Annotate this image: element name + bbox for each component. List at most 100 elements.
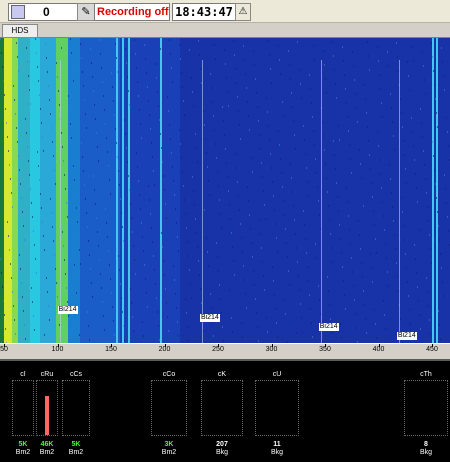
noise-speck [301, 317, 302, 319]
spectrum-column [352, 38, 354, 343]
noise-speck [315, 158, 316, 160]
peak-label: Bi214 [57, 306, 78, 314]
noise-speck [188, 340, 189, 342]
bin-label: cI [20, 371, 26, 378]
noise-speck [51, 212, 52, 214]
noise-speck [52, 226, 53, 228]
noise-speck [437, 126, 438, 128]
spectrum-column [170, 38, 172, 343]
noise-speck [423, 150, 424, 152]
noise-speck [415, 258, 416, 260]
noise-speck [103, 95, 104, 97]
bin-cco[interactable]: cCo 3K Bm2 [151, 371, 187, 461]
noise-speck [57, 76, 58, 78]
noise-speck [365, 98, 366, 100]
spectrum-column [182, 38, 184, 343]
spectrum-column [0, 38, 2, 343]
counter-field[interactable]: 0 [8, 3, 78, 21]
bin-box [404, 380, 448, 436]
waterfall-plot[interactable]: Bi214 Bi214 Bi214 Bi214 [0, 38, 450, 343]
noise-speck [72, 66, 73, 68]
spectrum-column [400, 38, 402, 343]
noise-speck [350, 243, 351, 245]
noise-speck [34, 244, 35, 246]
bin-cru[interactable]: cRu 46K Bm2 [36, 371, 58, 461]
noise-speck [39, 94, 40, 96]
spectrum-column [52, 38, 54, 343]
noise-speck [204, 209, 205, 211]
spectrum-column [380, 38, 382, 343]
noise-speck [435, 183, 436, 185]
noise-speck [168, 110, 169, 112]
spectrum-column [196, 38, 198, 343]
bin-ck[interactable]: cK 207 Bkg [201, 371, 243, 461]
noise-speck [43, 235, 44, 237]
noise-speck [54, 254, 55, 256]
noise-speck [297, 261, 298, 263]
tab-hds[interactable]: HDS [2, 24, 38, 38]
noise-speck [410, 103, 411, 105]
noise-speck [44, 334, 45, 336]
noise-speck [136, 67, 137, 69]
noise-speck [37, 66, 38, 68]
spectrum-column [168, 38, 170, 343]
spectrum-column [324, 38, 326, 343]
noise-speck [248, 115, 249, 117]
noise-speck [187, 326, 188, 328]
noise-speck [346, 102, 347, 104]
toolbar: 0 ✎ Recording off 18:43:47 ⚠ [0, 0, 450, 23]
noise-speck [50, 113, 51, 115]
spectrum-column [8, 38, 10, 343]
noise-speck [213, 335, 214, 337]
noise-speck [411, 117, 412, 119]
bin-unit: Bkg [270, 449, 284, 456]
noise-speck [393, 135, 394, 137]
noise-speck [42, 221, 43, 223]
noise-speck [4, 314, 5, 316]
noise-speck [303, 210, 304, 212]
bin-cu[interactable]: cU 11 Bkg [255, 371, 299, 461]
spectrum-column [82, 38, 84, 343]
noise-speck [378, 60, 379, 62]
noise-speck [172, 166, 173, 168]
noise-speck [38, 80, 39, 82]
noise-speck [261, 247, 262, 249]
pencil-icon[interactable]: ✎ [77, 3, 95, 21]
noise-speck [182, 86, 183, 88]
noise-speck [446, 117, 447, 119]
noise-speck [82, 156, 83, 158]
noise-speck [327, 191, 328, 193]
noise-speck [332, 261, 333, 263]
noise-speck [355, 313, 356, 315]
noise-speck [258, 340, 259, 342]
noise-speck [264, 289, 265, 291]
noise-speck [259, 134, 260, 136]
noise-speck [80, 43, 81, 45]
spectrum-column [78, 38, 80, 343]
spectrum-column [254, 38, 256, 343]
noise-speck [91, 282, 92, 284]
noise-speck [156, 297, 157, 299]
noise-speck [43, 150, 44, 152]
spectrum-column [48, 38, 50, 343]
spectrum-column [296, 38, 298, 343]
noise-speck [332, 41, 333, 43]
noise-speck [34, 329, 35, 331]
noise-speck [168, 330, 169, 332]
noise-speck [9, 164, 10, 166]
noise-speck [155, 283, 156, 285]
bin-ccs[interactable]: cCs 5K Bm2 [62, 371, 90, 461]
noise-speck [340, 323, 341, 325]
spectrum-column [248, 38, 250, 343]
spectrum-column [186, 38, 188, 343]
radiation-warning-icon[interactable]: ⚠ [235, 3, 251, 21]
noise-speck [345, 308, 346, 310]
noise-speck [262, 176, 263, 178]
disk-icon[interactable] [11, 5, 25, 19]
noise-speck [326, 92, 327, 94]
noise-speck [199, 54, 200, 56]
spectrum-column [102, 38, 104, 343]
bin-ci[interactable]: cI 5K Bm2 [12, 371, 34, 461]
bin-cth[interactable]: cTh 8 Bkg [404, 371, 448, 461]
noise-speck [356, 327, 357, 329]
